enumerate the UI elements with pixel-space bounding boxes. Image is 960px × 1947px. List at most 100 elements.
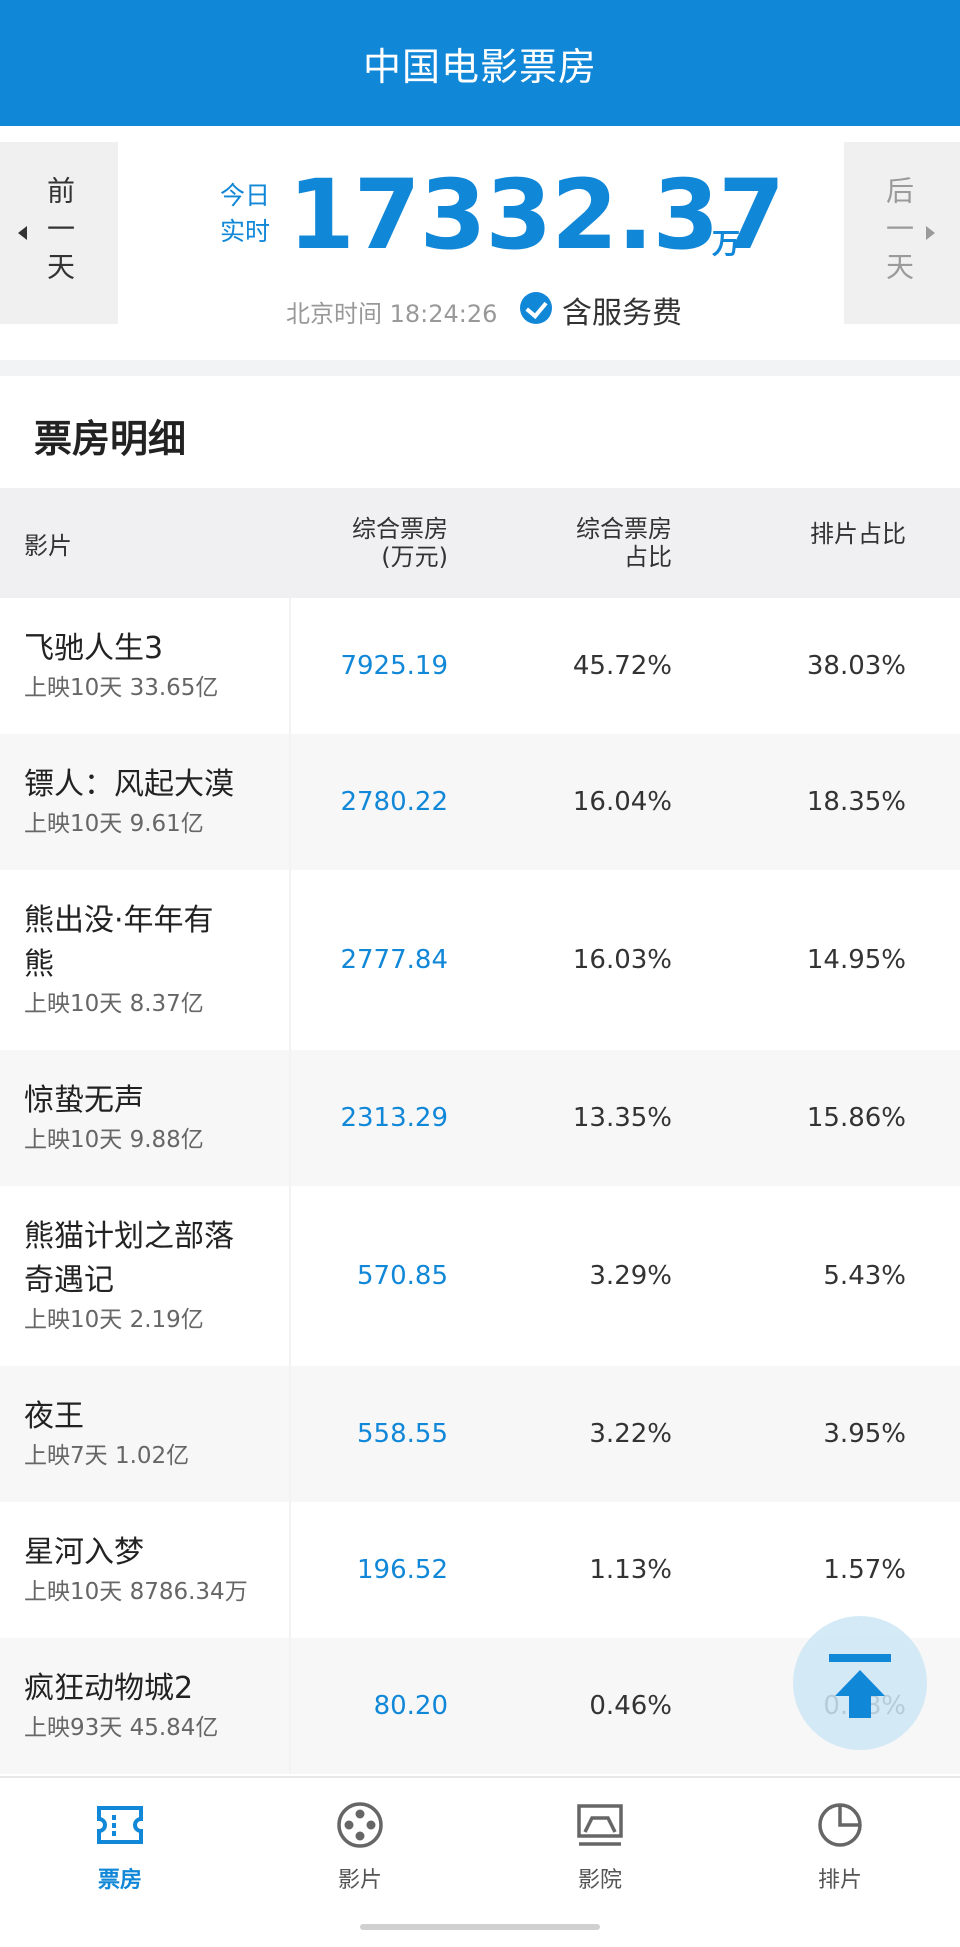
tab-label: 票房 <box>97 1868 142 1893</box>
film-release-info: 上映10天 9.61亿 <box>24 811 204 837</box>
film-cell: 熊猫计划之部落奇遇记 上映10天 2.19亿 <box>0 1186 291 1366</box>
box-office-value: 570.85 <box>357 1261 448 1291</box>
film-name: 飞驰人生3 <box>24 631 164 666</box>
share-value: 0.46% <box>470 1638 704 1774</box>
tab-cinemas[interactable]: 影院 <box>480 1778 720 1947</box>
chevron-left-icon <box>18 226 27 240</box>
film-cell: 星河入梦 上映10天 8786.34万 <box>0 1502 291 1638</box>
tab-label: 影院 <box>577 1868 622 1893</box>
screening-value: 18.35% <box>704 734 960 870</box>
arrow-up-icon <box>835 1670 885 1696</box>
section-divider <box>0 360 960 376</box>
film-cell: 惊蛰无声 上映10天 9.88亿 <box>0 1050 291 1186</box>
film-release-info: 上映10天 8.37亿 <box>24 991 204 1017</box>
film-release-info: 上映10天 8786.34万 <box>24 1579 248 1605</box>
pie-chart-icon <box>818 1803 862 1847</box>
share-value: 3.29% <box>589 1261 672 1291</box>
table-body: 飞驰人生3 上映10天 33.65亿 7925.19 45.72% 38.03%… <box>0 598 960 1774</box>
screening-value: 5.43% <box>823 1261 906 1291</box>
film-release-info: 上映10天 2.19亿 <box>24 1307 204 1333</box>
film-cell: 镖人：风起大漠 上映10天 9.61亿 <box>0 734 291 870</box>
app-header: 中国电影票房 <box>0 0 960 126</box>
box-office-value: 2313.29 <box>290 1050 470 1186</box>
screening-value: 15.86% <box>704 1050 960 1186</box>
home-indicator <box>360 1924 600 1930</box>
chevron-right-icon <box>926 226 935 240</box>
film-name: 星河入梦 <box>24 1535 144 1570</box>
box-office-value: 558.55 <box>290 1366 470 1502</box>
box-office-value: 7925.19 <box>340 651 448 681</box>
scroll-to-top-button[interactable] <box>793 1616 927 1750</box>
film-name: 熊出没·年年有熊 <box>24 903 214 982</box>
film-release-info: 上映7天 1.02亿 <box>24 1443 190 1469</box>
col-header-screening[interactable]: 排片占比 <box>704 488 960 598</box>
box-office-value: 2780.22 <box>290 734 470 870</box>
today-realtime-label: 今日实时 <box>220 181 271 246</box>
share-value: 16.03% <box>572 945 672 975</box>
film-reel-icon <box>337 1802 383 1848</box>
table-row[interactable]: 夜王 上映7天 1.02亿 558.55 3.22% 3.95% <box>0 1366 960 1502</box>
box-office-value: 196.52 <box>357 1555 448 1585</box>
table-row[interactable]: 熊猫计划之部落奇遇记 上映10天 2.19亿 570.85 3.29% 5.43… <box>0 1186 960 1366</box>
col-header-share[interactable]: 综合票房 占比 <box>470 488 704 598</box>
col-header-box-office[interactable]: 综合票房 (万元) <box>290 488 470 598</box>
detail-section-title: 票房明细 <box>34 417 187 461</box>
table-row[interactable]: 镖人：风起大漠 上映10天 9.61亿 2780.22 16.04% 18.35… <box>0 734 960 870</box>
col-header-film[interactable]: 影片 <box>0 488 290 598</box>
film-release-info: 上映10天 33.65亿 <box>24 675 219 701</box>
app-title: 中国电影票房 <box>362 44 597 89</box>
table-header-row: 影片 综合票房 (万元) 综合票房 占比 排片占比 <box>0 488 960 598</box>
film-release-info: 上映93天 45.84亿 <box>24 1715 219 1741</box>
screening-value: 3.95% <box>704 1366 960 1502</box>
next-day-button[interactable]: 后一天 <box>844 142 960 324</box>
beijing-time: 北京时间 18:24:26 <box>286 300 498 328</box>
tab-label: 影片 <box>337 1868 382 1893</box>
film-cell: 夜王 上映7天 1.02亿 <box>0 1366 291 1502</box>
film-name: 镖人：风起大漠 <box>24 767 234 802</box>
prev-day-label: 前一天 <box>43 176 76 290</box>
col-header-share-line1: 综合票房 <box>576 515 672 543</box>
tab-label: 排片 <box>817 1868 862 1893</box>
total-unit: 万 <box>712 227 741 260</box>
total-box-office: 17332.37 <box>288 159 785 271</box>
film-cell: 飞驰人生3 上映10天 33.65亿 <box>0 598 291 734</box>
screening-value: 38.03% <box>806 651 906 681</box>
film-name: 疯狂动物城2 <box>24 1671 194 1706</box>
tab-films[interactable]: 影片 <box>240 1778 480 1947</box>
film-name: 熊猫计划之部落奇遇记 <box>24 1219 234 1298</box>
service-fee-toggle-label[interactable]: 含服务费 <box>562 288 682 332</box>
share-value: 1.13% <box>589 1555 672 1585</box>
share-value: 3.22% <box>470 1366 704 1502</box>
screening-value: 14.95% <box>806 945 906 975</box>
table-row[interactable]: 飞驰人生3 上映10天 33.65亿 7925.19 45.72% 38.03% <box>0 598 960 734</box>
scroll-top-bar-icon <box>829 1654 891 1662</box>
ticket-icon <box>97 1806 143 1844</box>
film-cell: 熊出没·年年有熊 上映10天 8.37亿 <box>0 870 291 1050</box>
table-row[interactable]: 惊蛰无声 上映10天 9.88亿 2313.29 13.35% 15.86% <box>0 1050 960 1186</box>
film-cell: 疯狂动物城2 上映93天 45.84亿 <box>0 1638 291 1774</box>
share-value: 16.04% <box>470 734 704 870</box>
film-release-info: 上映10天 9.88亿 <box>24 1127 204 1153</box>
box-office-value: 80.20 <box>290 1638 470 1774</box>
next-day-label: 后一天 <box>882 176 915 290</box>
col-header-box-office-unit: (万元) <box>381 543 448 571</box>
cinema-screen-icon <box>577 1804 623 1846</box>
film-name: 夜王 <box>24 1399 84 1434</box>
share-value: 45.72% <box>572 651 672 681</box>
check-circle-icon[interactable] <box>520 292 552 324</box>
tab-box-office[interactable]: 票房 <box>0 1778 240 1947</box>
screening-value: 1.57% <box>823 1555 906 1585</box>
col-header-share-line2: 占比 <box>624 543 672 571</box>
box-office-table: 影片 综合票房 (万元) 综合票房 占比 排片占比 飞驰人生3 上映10天 33… <box>0 488 960 1774</box>
box-office-value: 2777.84 <box>340 945 448 975</box>
share-value: 13.35% <box>470 1050 704 1186</box>
table-row[interactable]: 熊出没·年年有熊 上映10天 8.37亿 2777.84 16.03% 14.9… <box>0 870 960 1050</box>
table-row[interactable]: 星河入梦 上映10天 8786.34万 196.52 1.13% 1.57% <box>0 1502 960 1638</box>
tab-screenings[interactable]: 排片 <box>720 1778 960 1947</box>
film-name: 惊蛰无声 <box>24 1083 144 1118</box>
prev-day-button[interactable]: 前一天 <box>0 142 118 324</box>
arrow-up-stem-icon <box>849 1694 871 1718</box>
col-header-box-office-label: 综合票房 <box>352 515 448 543</box>
bottom-tab-bar: 票房 影片 影院 排片 <box>0 1776 960 1947</box>
realtime-summary: 前一天 今日实时 17332.37 万 北京时间 18:24:26 含服务费 后… <box>0 126 960 360</box>
